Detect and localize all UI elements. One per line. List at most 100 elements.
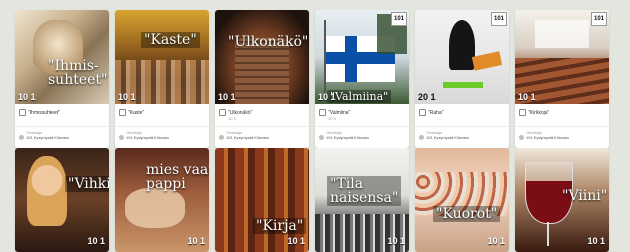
thumbnail-caption: "Tila naisensa" [327,176,402,206]
divider [115,126,209,127]
card-valmiina[interactable]: 101 "Valmiina" 10 1 "Valmiina" 10 3 Omis… [315,10,409,148]
card-title: "Raha" [419,109,444,116]
divider [415,126,509,127]
owner-block: Omistaja 101 Kysymystä Kirkosta [219,130,269,141]
thumbnail: 101 20 1 [415,10,509,104]
divider [515,126,609,127]
divider [315,126,409,127]
card-info: "Kaste" Omistaja 101 Kysymystä Kirkosta [115,104,209,148]
avatar-icon [219,135,224,141]
owner-name[interactable]: 101 Kysymystä Kirkosta [426,135,469,140]
series-badge: 10 1 [487,236,505,246]
card-kaste[interactable]: "Kaste" 10 1 "Kaste" Omistaja 101 Kysymy… [115,10,209,148]
avatar-icon [119,135,124,141]
thumbnail: "Viini" 10 1 [515,148,609,252]
card-title-text: "Kaste" [128,109,145,116]
thumbnail: "Kuorot" 10 1 [415,148,509,252]
thumbnail: "Vihki" 10 1 [15,148,109,252]
card-grid: "Ihmis- suhteet" 10 1 "Ihmissuhteet" Omi… [0,0,630,252]
series-badge: 10 1 [118,92,136,102]
document-icon [319,109,326,116]
card-info: "Raha" Omistaja 101 Kysymystä Kirkosta [415,104,509,148]
thumbnail-caption: "Kaste" [141,32,200,48]
owner-name[interactable]: 101 Kysymystä Kirkosta [26,135,69,140]
card-title: "Ihmissuhteet" [19,109,60,116]
card-kirkkoja[interactable]: 101 10 1 "Kirkkoja" Omistaja 101 Kysymys… [515,10,609,148]
avatar-icon [19,135,24,141]
series-badge: 10 1 [318,92,336,102]
card-pappi[interactable]: mies vaan pappi 10 1 [115,148,209,252]
thumbnail-caption: "Kuorot" [433,206,501,222]
series-badge: 10 1 [18,92,36,102]
card-title-text: "Raha" [428,109,444,116]
card-title: "Ulkonäkö" [219,109,252,116]
document-icon [219,109,226,116]
owner-name[interactable]: 101 Kysymystä Kirkosta [226,135,269,140]
avatar-icon [519,135,524,141]
series-badge: 10 1 [518,92,536,102]
owner-name[interactable]: 101 Kysymystä Kirkosta [326,135,369,140]
card-raha[interactable]: 101 20 1 "Raha" Omistaja 101 Kysymystä K… [415,10,509,148]
thumbnail-caption: "Ulkonäkö" [228,34,309,50]
thumbnail-caption: "Viini" [562,188,608,204]
series-badge: 10 1 [387,236,405,246]
series-badge: 10 1 [187,236,205,246]
series-badge: 20 1 [418,92,436,102]
card-ihmissuhteet[interactable]: "Ihmis- suhteet" 10 1 "Ihmissuhteet" Omi… [15,10,109,148]
series-badge: 10 1 [587,236,605,246]
thumbnail-caption: "Valmiina" [327,90,392,103]
card-tila-naisensa[interactable]: "Tila naisensa" 10 1 [315,148,409,252]
logo-badge: 101 [391,12,407,26]
logo-badge: 101 [591,12,607,26]
owner-block: Omistaja 101 Kysymystä Kirkosta [319,130,369,141]
card-ulkonako[interactable]: "Ulkonäkö" 10 1 "Ulkonäkö" 10 3 Omistaja… [215,10,309,148]
owner-name[interactable]: 101 Kysymystä Kirkosta [526,135,569,140]
card-title: "Valmiina" [319,109,350,116]
owner-block: Omistaja 101 Kysymystä Kirkosta [119,130,169,141]
card-title: "Kirkkoja" [519,109,549,116]
owner-block: Omistaja 101 Kysymystä Kirkosta [19,130,69,141]
card-info: "Ihmissuhteet" Omistaja 101 Kysymystä Ki… [15,104,109,148]
card-info: "Valmiina" 10 3 Omistaja 101 Kysymystä K… [315,104,409,148]
thumbnail: "Kirja" 10 1 [215,148,309,252]
thumbnail: "Ihmis- suhteet" 10 1 [15,10,109,104]
thumbnail: 101 10 1 [515,10,609,104]
card-info: "Ulkonäkö" 10 3 Omistaja 101 Kysymystä K… [215,104,309,148]
thumbnail-caption: "Vihki" [65,176,109,192]
card-kuorot[interactable]: "Kuorot" 10 1 [415,148,509,252]
avatar-icon [419,135,424,141]
card-info: "Kirkkoja" Omistaja 101 Kysymystä Kirkos… [515,104,609,148]
avatar-icon [319,135,324,141]
thumbnail: mies vaan pappi 10 1 [115,148,209,252]
thumbnail-caption: "Kirja" [253,218,307,234]
thumbnail-caption: "Ihmis- suhteet" [48,58,108,88]
series-badge: 10 1 [287,236,305,246]
card-title: "Kaste" [119,109,144,116]
thumbnail: "Ulkonäkö" 10 1 [215,10,309,104]
card-viini[interactable]: "Viini" 10 1 [515,148,609,252]
card-title-text: "Kirkkoja" [528,109,550,116]
document-icon [419,109,426,116]
card-title-text: "Ulkonäkö" [228,109,253,116]
divider [15,126,109,127]
document-icon [519,109,526,116]
card-subtitle: 10 3 [228,116,236,121]
owner-block: Omistaja 101 Kysymystä Kirkosta [519,130,569,141]
owner-block: Omistaja 101 Kysymystä Kirkosta [419,130,469,141]
card-kirja[interactable]: "Kirja" 10 1 [215,148,309,252]
thumbnail: "Kaste" 10 1 [115,10,209,104]
thumbnail-caption: mies vaan pappi [146,162,209,192]
card-title-text: "Ihmissuhteet" [28,109,60,116]
card-title-text: "Valmiina" [328,109,351,116]
thumbnail: 101 "Valmiina" 10 1 [315,10,409,104]
document-icon [119,109,126,116]
card-vihki[interactable]: "Vihki" 10 1 [15,148,109,252]
series-badge: 10 1 [218,92,236,102]
logo-badge: 101 [491,12,507,26]
thumbnail: "Tila naisensa" 10 1 [315,148,409,252]
document-icon [19,109,26,116]
series-badge: 10 1 [87,236,105,246]
owner-name[interactable]: 101 Kysymystä Kirkosta [126,135,169,140]
card-subtitle: 10 3 [328,116,336,121]
divider [215,126,309,127]
